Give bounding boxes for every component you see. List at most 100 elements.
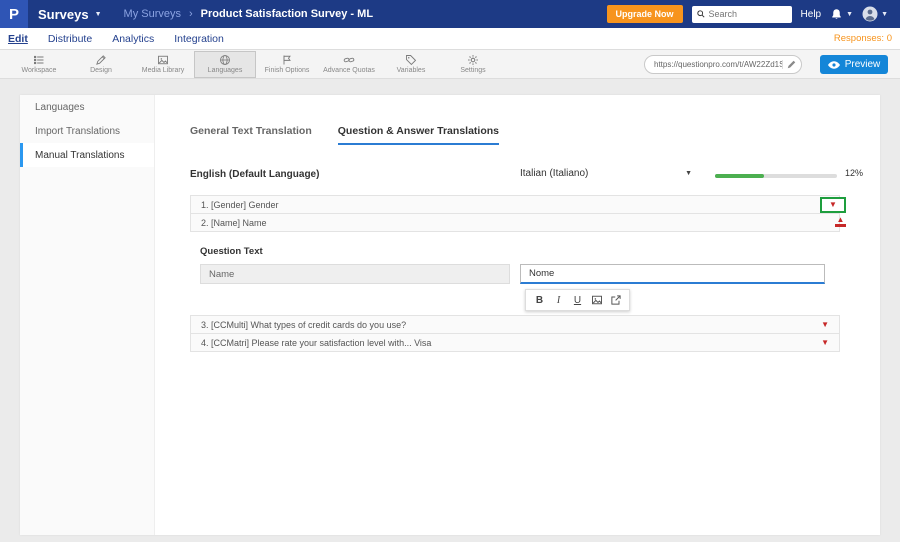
edit-url-button[interactable] [782, 60, 796, 69]
toolbar-label: Advance Quotas [323, 67, 375, 74]
user-menu[interactable]: ▼ [862, 6, 888, 22]
toolbar-item-advance-quotas[interactable]: Advance Quotas [318, 51, 380, 78]
responses-count: Responses: 0 [833, 33, 892, 44]
target-language-label: Italian (Italiano) [520, 168, 589, 179]
toolbar-item-settings[interactable]: Settings [442, 51, 504, 78]
chevron-down-icon: ▼ [846, 10, 854, 18]
collapse-bar [835, 224, 846, 227]
chevron-down-icon[interactable]: ▼ [821, 320, 829, 329]
sidebar-item-label: Import Translations [35, 125, 121, 137]
workspace-icon [34, 55, 44, 65]
chevron-down-icon: ▼ [685, 170, 692, 177]
survey-toolbar: Workspace Design Media Library Languages… [0, 50, 900, 79]
chevron-down-icon: ▼ [94, 10, 102, 18]
translation-text-input[interactable] [520, 264, 825, 284]
questionpro-translation-page: { "topbar": { "logo_letter": "P", "app_m… [0, 0, 900, 542]
nav-tab-integration[interactable]: Integration [174, 33, 224, 45]
translation-tabs: General Text Translation Question & Answ… [190, 125, 499, 145]
page-title: Product Satisfaction Survey - ML [200, 8, 374, 20]
nav-tab-distribute[interactable]: Distribute [48, 33, 92, 45]
toolbar-item-variables[interactable]: Variables [380, 51, 442, 78]
toolbar-item-finish-options[interactable]: Finish Options [256, 51, 318, 78]
toolbar-label: Settings [460, 67, 486, 74]
variables-icon [406, 55, 417, 66]
source-language-label: English (Default Language) [190, 169, 320, 180]
chevron-down-icon: ▼ [829, 200, 837, 209]
advance-quotas-icon [343, 57, 355, 63]
eye-icon [827, 60, 840, 69]
italic-button[interactable]: I [549, 295, 568, 306]
search-box[interactable] [691, 5, 792, 23]
upgrade-now-button[interactable]: Upgrade Now [606, 5, 683, 23]
breadcrumb-my-surveys[interactable]: My Surveys [124, 8, 181, 20]
expand-toggle-highlighted[interactable]: ▼ [820, 197, 846, 213]
toolbar-label: Media Library [141, 67, 185, 74]
tab-general-text-translation[interactable]: General Text Translation [190, 125, 312, 145]
nav-tab-analytics[interactable]: Analytics [112, 33, 154, 45]
bold-button[interactable]: B [530, 295, 549, 306]
pencil-icon [787, 60, 796, 69]
insert-link-button[interactable] [606, 294, 625, 306]
edit-navbar: Edit Distribute Analytics Integration Re… [0, 28, 900, 50]
surveys-app-menu[interactable]: Surveys ▼ [38, 7, 102, 22]
sidebar-item-label: Languages [35, 101, 85, 113]
question-row-ccmulti[interactable]: 3. [CCMulti] What types of credit cards … [190, 315, 840, 334]
translation-progress-percent: 12% [845, 168, 864, 178]
toolbar-label: Design [90, 67, 112, 74]
question-row-name[interactable]: 2. [Name] Name ▲ [190, 213, 846, 232]
bell-icon [832, 8, 841, 19]
image-icon [591, 295, 602, 305]
insert-image-button[interactable] [587, 294, 606, 306]
target-language-dropdown[interactable]: Italian (Italiano) ▼ [520, 168, 692, 179]
toolbar-label: Languages [207, 67, 243, 74]
topbar-right: Upgrade Now Help ▼ ▼ [606, 5, 900, 23]
breadcrumb-separator: › [189, 8, 193, 20]
external-link-icon [610, 295, 621, 305]
search-icon [696, 10, 705, 18]
question-text-label: Question Text [200, 246, 263, 257]
format-toolbar: B I U [525, 289, 630, 311]
questionpro-logo[interactable]: P [0, 0, 28, 28]
surveys-app-label: Surveys [38, 6, 89, 22]
question-label: 4. [CCMatri] Please rate your satisfacti… [201, 337, 432, 348]
translation-progress-fill [715, 174, 764, 178]
translation-progress-bar [715, 174, 837, 178]
question-label: 3. [CCMulti] What types of credit cards … [201, 319, 407, 330]
toolbar-item-design[interactable]: Design [70, 51, 132, 78]
question-label: 1. [Gender] Gender [201, 199, 279, 210]
nav-tab-edit[interactable]: Edit [8, 33, 28, 45]
settings-gear-icon [468, 55, 478, 65]
toolbar-item-languages[interactable]: Languages [194, 50, 256, 78]
survey-url-box: https://questionpro.com/t/AW22Zd1S1 [644, 55, 802, 74]
toolbar-label: Workspace [21, 67, 57, 74]
question-row-gender[interactable]: 1. [Gender] Gender ▼ [190, 195, 846, 214]
preview-label: Preview [844, 59, 881, 70]
translation-main-panel: General Text Translation Question & Answ… [155, 95, 880, 535]
chevron-down-icon: ▼ [881, 10, 888, 18]
sidebar-item-manual-translations[interactable]: Manual Translations [20, 143, 154, 167]
question-label: 2. [Name] Name [201, 217, 267, 228]
language-row: English (Default Language) Italian (Ital… [190, 167, 890, 183]
search-input[interactable] [708, 9, 787, 19]
sidebar-item-label: Manual Translations [35, 149, 125, 161]
languages-icon [220, 55, 230, 65]
toolbar-label: Finish Options [264, 67, 310, 74]
toolbar-label: Variables [396, 67, 426, 74]
underline-button[interactable]: U [568, 295, 587, 306]
chevron-down-icon[interactable]: ▼ [821, 338, 829, 347]
toolbar-item-media-library[interactable]: Media Library [132, 51, 194, 78]
notifications-menu[interactable]: ▼ [830, 8, 853, 21]
tab-question-answer-translations[interactable]: Question & Answer Translations [337, 125, 499, 145]
preview-button[interactable]: Preview [820, 55, 888, 74]
question-list: 1. [Gender] Gender ▼ 2. [Name] Name ▲ Qu… [190, 195, 846, 352]
survey-url-text[interactable]: https://questionpro.com/t/AW22Zd1S1 [654, 60, 782, 69]
topbar: P Surveys ▼ My Surveys › Product Satisfa… [0, 0, 900, 28]
sidebar-item-languages[interactable]: Languages [20, 95, 154, 119]
source-text-input [200, 264, 510, 284]
question-row-ccmatri[interactable]: 4. [CCMatri] Please rate your satisfacti… [190, 333, 840, 352]
collapse-toggle[interactable]: ▲ [835, 216, 846, 227]
content-card: Languages Import Translations Manual Tra… [20, 95, 880, 535]
sidebar-item-import-translations[interactable]: Import Translations [20, 119, 154, 143]
help-link[interactable]: Help [801, 9, 822, 20]
toolbar-item-workspace[interactable]: Workspace [8, 51, 70, 78]
